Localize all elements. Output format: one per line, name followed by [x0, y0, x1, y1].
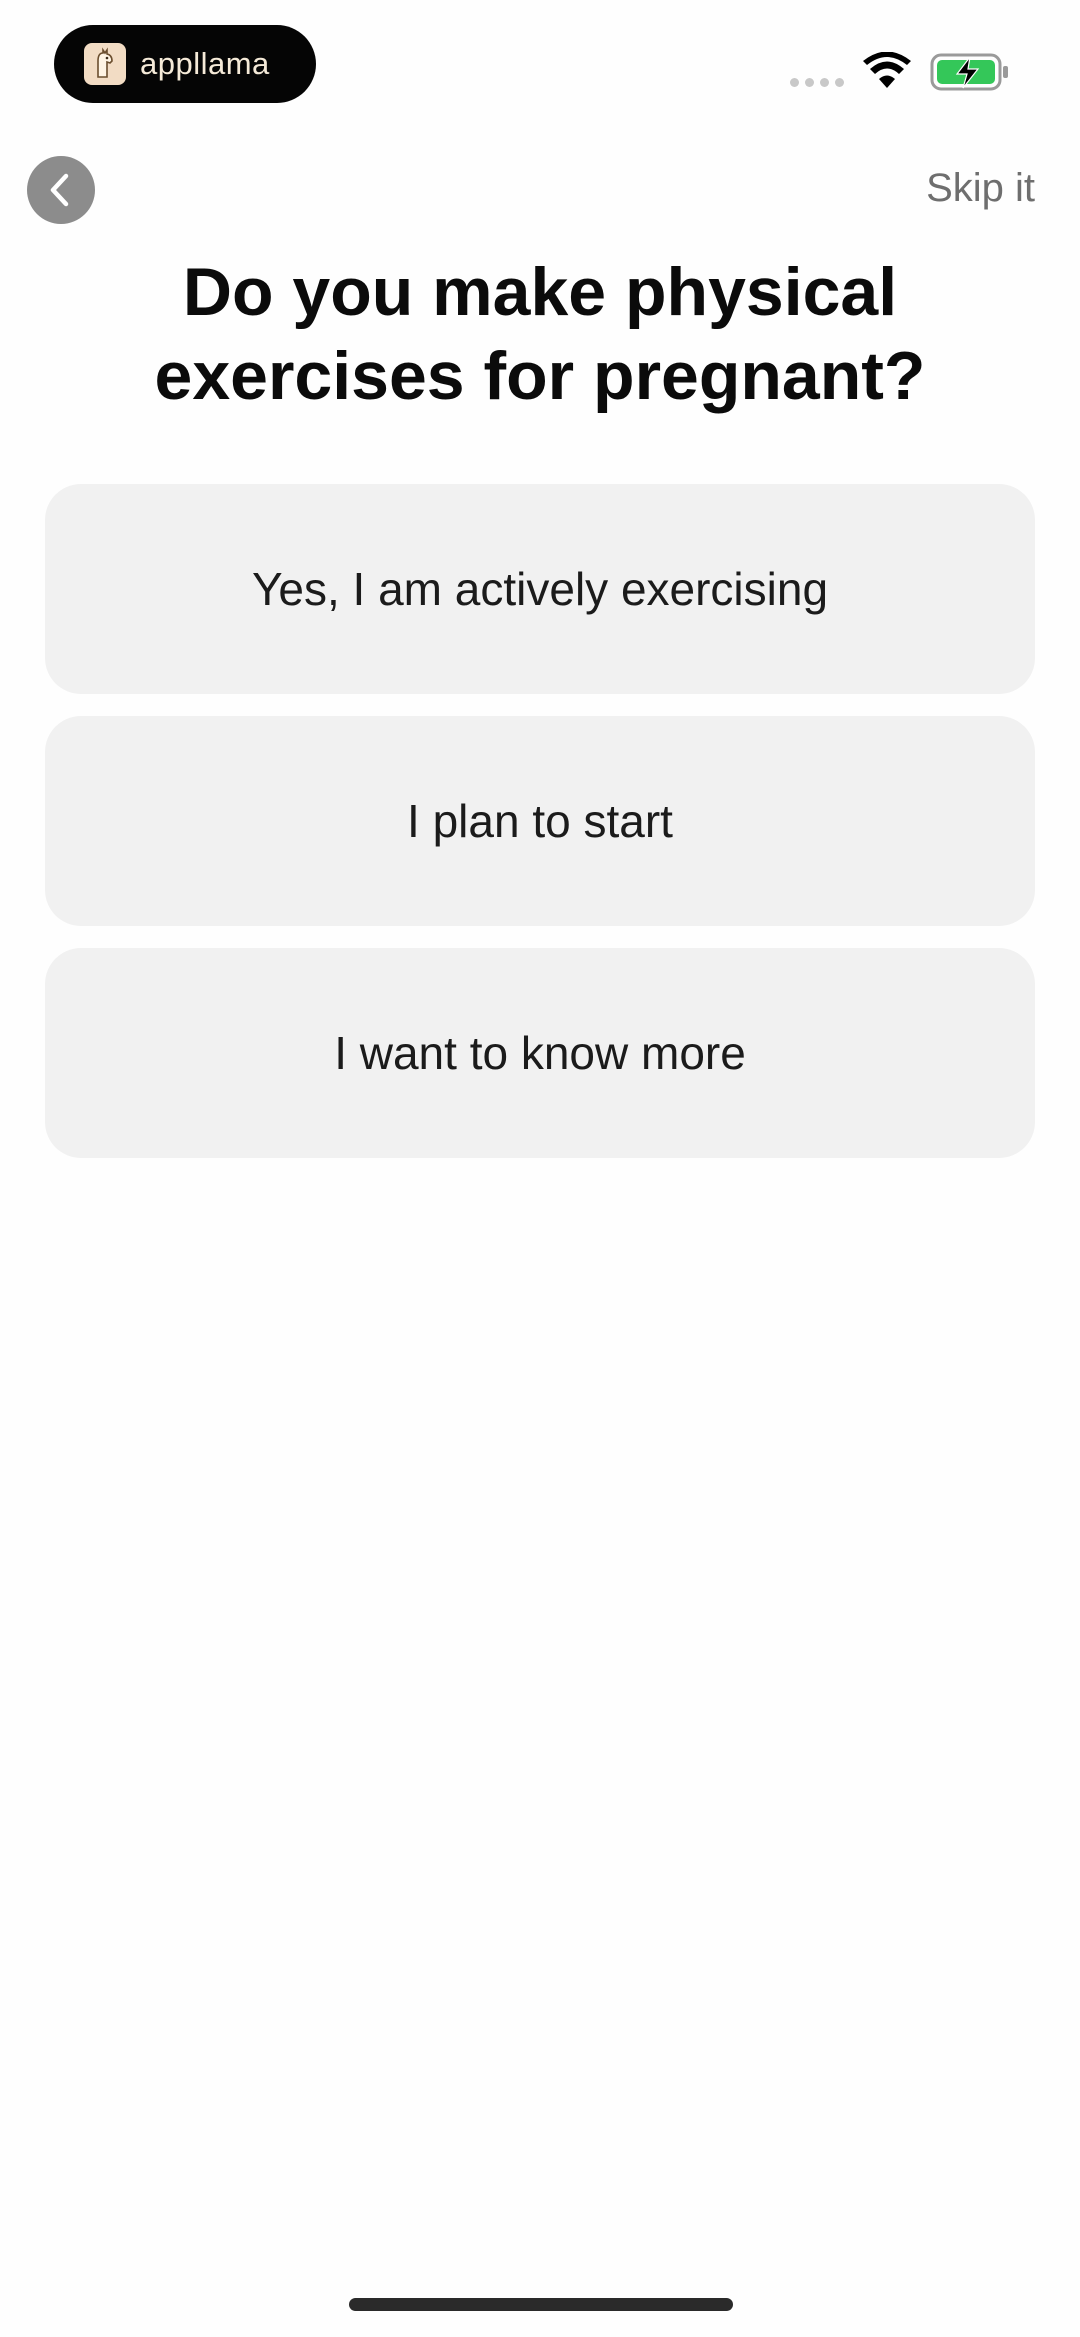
option-actively-exercising[interactable]: Yes, I am actively exercising [45, 484, 1035, 694]
chevron-left-icon [50, 173, 69, 207]
option-want-to-know-more[interactable]: I want to know more [45, 948, 1035, 1158]
status-bar: appllama [0, 0, 1080, 130]
option-label: Yes, I am actively exercising [251, 563, 829, 615]
home-indicator[interactable] [349, 2298, 733, 2311]
brand-name: appllama [140, 46, 270, 81]
cellular-signal-icon [790, 78, 844, 87]
battery-charging-icon [930, 53, 1008, 91]
wifi-icon [863, 52, 911, 88]
brand-pill: appllama [54, 25, 316, 103]
skip-button[interactable]: Skip it [926, 166, 1035, 211]
page-title: Do you make physical exercises for pregn… [154, 254, 926, 414]
option-label: I plan to start [407, 795, 673, 847]
answer-options-list: Yes, I am actively exercising I plan to … [45, 484, 1035, 1180]
option-plan-to-start[interactable]: I plan to start [45, 716, 1035, 926]
option-label: I want to know more [334, 1027, 746, 1079]
llama-logo-icon [84, 43, 126, 85]
back-button[interactable] [27, 156, 95, 224]
